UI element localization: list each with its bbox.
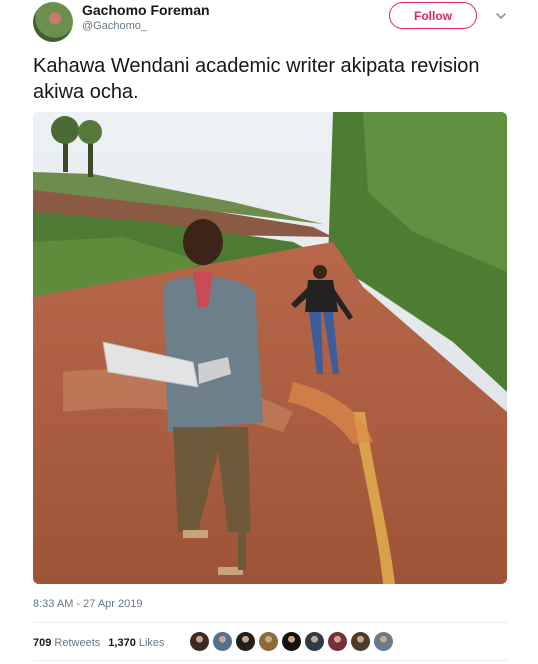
retweets-stat[interactable]: 709 Retweets bbox=[33, 637, 100, 649]
liker-avatar[interactable] bbox=[259, 632, 278, 651]
liker-avatar[interactable] bbox=[282, 632, 301, 651]
retweets-label: Retweets bbox=[54, 637, 101, 649]
liker-avatar[interactable] bbox=[190, 632, 209, 651]
liker-avatar[interactable] bbox=[236, 632, 255, 651]
likes-stat[interactable]: 1,370 Likes bbox=[108, 637, 164, 649]
likes-label: Likes bbox=[138, 637, 165, 649]
tweet-timestamp[interactable]: 8:33 AM - 27 Apr 2019 bbox=[33, 598, 142, 610]
liker-avatar[interactable] bbox=[328, 632, 347, 651]
likes-count: 1,370 bbox=[108, 637, 136, 649]
display-name[interactable]: Gachomo Foreman bbox=[82, 2, 210, 18]
tweet-text: Kahawa Wendani academic writer akipata r… bbox=[33, 55, 480, 103]
liker-avatar[interactable] bbox=[213, 632, 232, 651]
avatar[interactable] bbox=[33, 2, 73, 42]
liker-avatar[interactable] bbox=[351, 632, 370, 651]
liker-avatars bbox=[190, 632, 393, 651]
liker-avatar[interactable] bbox=[305, 632, 324, 651]
tweet-photo[interactable] bbox=[33, 112, 507, 584]
follow-button[interactable]: Follow bbox=[389, 2, 477, 29]
liker-avatar[interactable] bbox=[374, 632, 393, 651]
engagement-stats: 709 Retweets 1,370 Likes bbox=[33, 637, 165, 649]
user-handle[interactable]: @Gachomo_ bbox=[82, 20, 147, 32]
chevron-down-icon[interactable] bbox=[494, 9, 508, 23]
divider bbox=[33, 622, 507, 623]
retweets-count: 709 bbox=[33, 637, 52, 649]
divider bbox=[33, 660, 507, 661]
